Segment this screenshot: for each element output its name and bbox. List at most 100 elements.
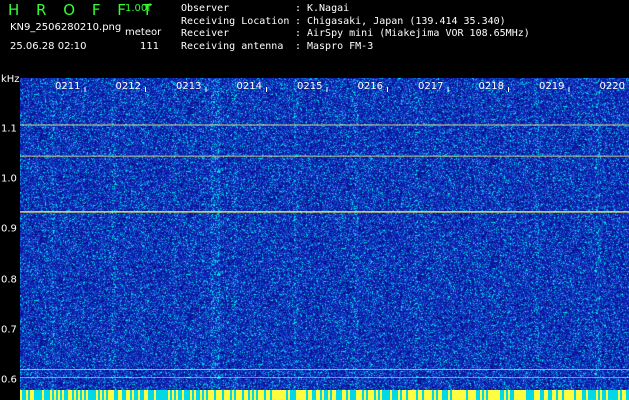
bottom-strip-cell [250,390,252,400]
bottom-strip-cell [304,390,306,400]
bottom-strip-cell [240,390,242,400]
bottom-strip-cell [382,390,384,400]
info-separator: : [295,15,302,27]
bottom-strip-cell [116,390,118,400]
bottom-strip-cell [362,390,364,400]
bottom-strip-cell [368,390,370,400]
bottom-strip-cell [548,390,550,400]
time-label: 0212 [115,81,141,92]
spectrogram [20,78,629,400]
bottom-strip-cell [552,390,554,400]
bottom-strip-cell [416,390,418,400]
bottom-strip-cell [156,390,158,400]
bottom-strip-cell [34,390,36,400]
y-tick-label: 1.1 [1,123,17,135]
bottom-strip-cell [456,390,458,400]
bottom-strip-cell [130,390,132,400]
bottom-strip-cell [178,390,180,400]
bottom-strip-cell [614,390,616,400]
bottom-strip-cell [582,390,584,400]
bottom-strip-cell [482,390,484,400]
bottom-strip-cell [294,390,296,400]
bottom-strip-cell [90,390,92,400]
bottom-strip-cell [224,390,226,400]
bottom-strip-cell [426,390,428,400]
bottom-strip-cell [500,390,502,400]
bottom-strip-cell [198,390,200,400]
bottom-strip-cell [532,390,534,400]
bottom-strip-cell [120,390,122,400]
spectrogram-overlay [20,87,629,400]
bottom-strip-cell [620,390,622,400]
bottom-strip-cell [414,390,416,400]
bottom-strip-cell [480,390,482,400]
bottom-strip-cell [434,390,436,400]
bottom-strip-cell [180,390,182,400]
bottom-strip-cell [388,390,390,400]
y-tick-label: 1.0 [1,173,17,185]
bottom-strip-cell [454,390,456,400]
bottom-strip-cell [538,390,540,400]
bottom-strip-cell [306,390,308,400]
bottom-strip-cell [418,390,420,400]
bottom-strip-cell [378,390,380,400]
bottom-strip-cell [174,390,176,400]
bottom-strip-cell [466,390,468,400]
bottom-strip-cell [86,390,88,400]
bottom-strip-cell [464,390,466,400]
bottom-strip-cell [110,390,112,400]
bottom-strip-cell [444,390,446,400]
bottom-strip-cell [168,390,170,400]
bottom-strip-cell [138,390,140,400]
bottom-strip-cell [228,390,230,400]
bottom-strip-cell [486,390,488,400]
bottom-strip-cell [296,390,298,400]
bottom-strip-cell [308,390,310,400]
bottom-strip-cell [160,390,162,400]
bottom-strip-cell [470,390,472,400]
bottom-strip-cell [278,390,280,400]
bottom-strip-cell [84,390,86,400]
bottom-strip-cell [626,390,628,400]
bottom-strip-cell [232,390,234,400]
bottom-strip-cell [144,390,146,400]
bottom-strip-cell [522,390,524,400]
bottom-strip-cell [72,390,74,400]
bottom-strip-cell [58,390,60,400]
bottom-strip-cell [226,390,228,400]
bottom-strip-cell [132,390,134,400]
bottom-strip-cell [266,390,268,400]
bottom-strip-cell [584,390,586,400]
y-tick-label: 0.6 [1,374,17,386]
bottom-strip-cell [272,390,274,400]
bottom-strip-cell [602,390,604,400]
info-separator: : [295,40,302,52]
bottom-strip-cell [212,390,214,400]
bottom-strip-cell [364,390,366,400]
frequency-unit-label: kHz [1,74,20,85]
bottom-strip-cell [524,390,526,400]
bottom-strip-cell [372,390,374,400]
bottom-strip-cell [512,390,514,400]
bottom-strip-cell [374,390,376,400]
bottom-strip-cell [610,390,612,400]
bottom-strip-cell [352,390,354,400]
bottom-strip-cell [572,390,574,400]
bottom-strip-cell [300,390,302,400]
bottom-strip-cell [546,390,548,400]
bottom-strip-cell [468,390,470,400]
bottom-strip-cell [338,390,340,400]
bottom-strip-cell [330,390,332,400]
bottom-strip-cell [316,390,318,400]
bottom-strip-cell [366,390,368,400]
bottom-strip-cell [194,390,196,400]
info-row-observer: Observer : K.Nagai [181,3,530,16]
bottom-strip-cell [472,390,474,400]
bottom-strip-cell [154,390,156,400]
bottom-strip-cell [126,390,128,400]
bottom-strip-cell [590,390,592,400]
bottom-strip-cell [218,390,220,400]
bottom-strip-cell [158,390,160,400]
bottom-strip-cell [46,390,48,400]
bottom-strip-cell [600,390,602,400]
